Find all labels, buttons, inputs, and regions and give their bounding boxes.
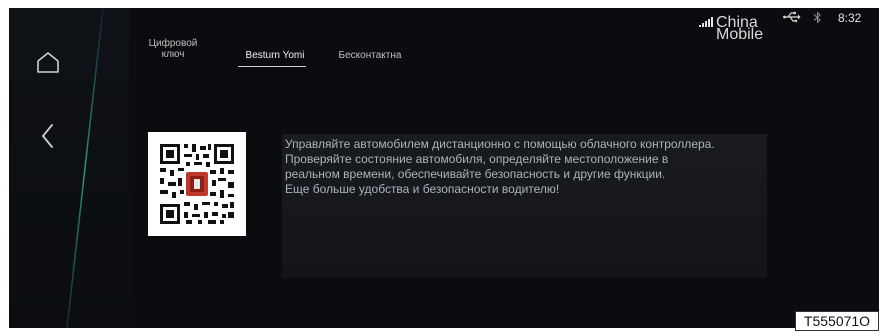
qr-code-icon: [160, 144, 234, 224]
bluetooth-icon: [813, 11, 821, 24]
description-line-2: Проверяйте состояние автомобиля, определ…: [285, 152, 669, 166]
description-line-1: Управляйте автомобилем дистанционно с по…: [285, 137, 715, 151]
infotainment-screen: China Mobile 8:32 Цифровой ключ Besturn …: [9, 8, 879, 328]
tab-contactless-label: Бесконтактна: [338, 50, 402, 61]
signal-status: China Mobile: [699, 15, 763, 43]
carrier-name: China Mobile: [716, 15, 763, 43]
qr-code-card: [148, 132, 246, 236]
tab-digital-key[interactable]: Цифровой ключ: [145, 38, 201, 60]
tab-besturn-yomi[interactable]: Besturn Yomi: [235, 50, 315, 61]
reference-code: T555071O: [795, 311, 879, 331]
tab-digital-key-line2: ключ: [161, 49, 185, 60]
tab-besturn-yomi-label: Besturn Yomi: [245, 50, 305, 61]
carrier-line2: Mobile: [716, 26, 764, 43]
signal-icon: [699, 17, 713, 27]
clock: 8:32: [838, 11, 862, 25]
description-text: Управляйте автомобилем дистанционно с по…: [285, 137, 785, 197]
usb-icon: [783, 11, 801, 23]
active-tab-indicator: [238, 66, 306, 67]
home-icon: [37, 52, 59, 73]
description-line-3: реальном времени, обеспечивайте безопасн…: [285, 167, 666, 181]
description-line-4: Еще больше удобства и безопасности водит…: [285, 182, 560, 196]
back-button[interactable]: [26, 114, 70, 158]
tab-digital-key-line1: Цифровой: [148, 38, 198, 49]
back-icon: [42, 124, 53, 148]
home-button[interactable]: [26, 40, 70, 84]
tab-contactless[interactable]: Бесконтактна: [331, 50, 409, 61]
